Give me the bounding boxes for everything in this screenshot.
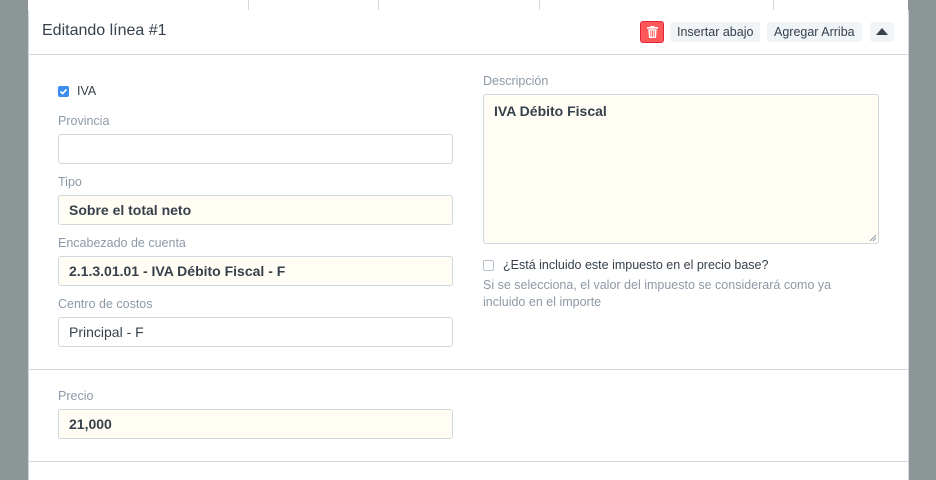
descripcion-textarea[interactable]: IVA Débito Fiscal <box>483 94 879 244</box>
insert-below-button[interactable]: Insertar abajo <box>670 22 761 42</box>
included-label: ¿Está incluido este impuesto en el preci… <box>503 258 769 272</box>
provincia-label: Provincia <box>58 114 110 128</box>
edit-row-panel: Editando línea #1 Insertar abajo Agregar… <box>28 10 909 480</box>
grid-divider <box>773 0 774 10</box>
grid-divider <box>539 0 540 10</box>
grid-divider <box>248 0 249 10</box>
centro-field[interactable]: Principal - F <box>58 317 453 347</box>
iva-label: IVA <box>77 84 97 98</box>
descripcion-label: Descripción <box>483 74 549 88</box>
add-above-button[interactable]: Agregar Arriba <box>767 22 862 42</box>
resize-handle-icon[interactable] <box>869 234 877 242</box>
collapse-button[interactable] <box>870 22 894 42</box>
check-icon <box>59 88 68 95</box>
tipo-field[interactable]: Sobre el total neto <box>58 195 453 225</box>
section-divider <box>29 461 908 462</box>
descripcion-text: IVA Débito Fiscal <box>494 103 607 119</box>
caret-up-icon <box>876 28 888 35</box>
provincia-field[interactable] <box>58 134 453 164</box>
trash-icon <box>647 26 658 38</box>
included-checkbox[interactable] <box>483 260 494 271</box>
encabezado-field[interactable]: 2.1.3.01.01 - IVA Débito Fiscal - F <box>58 256 453 286</box>
centro-label: Centro de costos <box>58 297 153 311</box>
encabezado-label: Encabezado de cuenta <box>58 236 186 250</box>
precio-label: Precio <box>58 389 94 403</box>
delete-row-button[interactable] <box>640 21 664 43</box>
section-divider <box>29 369 908 370</box>
panel-title: Editando línea #1 <box>42 22 167 39</box>
panel-header: Editando línea #1 Insertar abajo Agregar… <box>29 10 908 55</box>
included-help-text: Si se selecciona, el valor del impuesto … <box>483 278 832 309</box>
tipo-label: Tipo <box>58 175 82 189</box>
grid-divider <box>378 0 379 10</box>
iva-checkbox[interactable] <box>58 86 69 97</box>
precio-field[interactable]: 21,000 <box>58 409 453 439</box>
